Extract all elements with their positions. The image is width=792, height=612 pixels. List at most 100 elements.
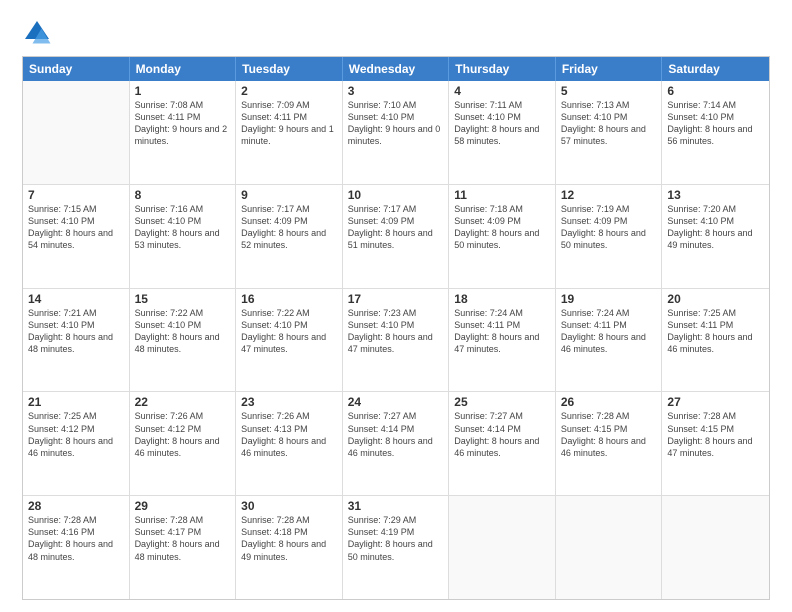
cal-cell: 8Sunrise: 7:16 AMSunset: 4:10 PMDaylight… — [130, 185, 237, 288]
cell-details: Sunrise: 7:25 AMSunset: 4:12 PMDaylight:… — [28, 410, 124, 459]
day-number: 23 — [241, 395, 337, 409]
cal-cell: 22Sunrise: 7:26 AMSunset: 4:12 PMDayligh… — [130, 392, 237, 495]
day-number: 8 — [135, 188, 231, 202]
cal-cell: 1Sunrise: 7:08 AMSunset: 4:11 PMDaylight… — [130, 81, 237, 184]
cal-cell: 10Sunrise: 7:17 AMSunset: 4:09 PMDayligh… — [343, 185, 450, 288]
cal-cell: 19Sunrise: 7:24 AMSunset: 4:11 PMDayligh… — [556, 289, 663, 392]
cal-cell: 9Sunrise: 7:17 AMSunset: 4:09 PMDaylight… — [236, 185, 343, 288]
cell-details: Sunrise: 7:14 AMSunset: 4:10 PMDaylight:… — [667, 99, 764, 148]
cell-details: Sunrise: 7:24 AMSunset: 4:11 PMDaylight:… — [454, 307, 550, 356]
header-day-monday: Monday — [130, 57, 237, 81]
logo-icon — [22, 18, 52, 48]
cal-cell: 16Sunrise: 7:22 AMSunset: 4:10 PMDayligh… — [236, 289, 343, 392]
cell-details: Sunrise: 7:08 AMSunset: 4:11 PMDaylight:… — [135, 99, 231, 148]
day-number: 19 — [561, 292, 657, 306]
cal-cell: 18Sunrise: 7:24 AMSunset: 4:11 PMDayligh… — [449, 289, 556, 392]
day-number: 9 — [241, 188, 337, 202]
header-day-sunday: Sunday — [23, 57, 130, 81]
cal-cell: 21Sunrise: 7:25 AMSunset: 4:12 PMDayligh… — [23, 392, 130, 495]
cell-details: Sunrise: 7:23 AMSunset: 4:10 PMDaylight:… — [348, 307, 444, 356]
day-number: 4 — [454, 84, 550, 98]
page: SundayMondayTuesdayWednesdayThursdayFrid… — [0, 0, 792, 612]
cal-cell — [23, 81, 130, 184]
cell-details: Sunrise: 7:22 AMSunset: 4:10 PMDaylight:… — [241, 307, 337, 356]
day-number: 18 — [454, 292, 550, 306]
cell-details: Sunrise: 7:25 AMSunset: 4:11 PMDaylight:… — [667, 307, 764, 356]
cell-details: Sunrise: 7:15 AMSunset: 4:10 PMDaylight:… — [28, 203, 124, 252]
cell-details: Sunrise: 7:19 AMSunset: 4:09 PMDaylight:… — [561, 203, 657, 252]
header — [22, 18, 770, 48]
cal-cell: 12Sunrise: 7:19 AMSunset: 4:09 PMDayligh… — [556, 185, 663, 288]
cal-cell: 14Sunrise: 7:21 AMSunset: 4:10 PMDayligh… — [23, 289, 130, 392]
cell-details: Sunrise: 7:13 AMSunset: 4:10 PMDaylight:… — [561, 99, 657, 148]
cal-cell: 4Sunrise: 7:11 AMSunset: 4:10 PMDaylight… — [449, 81, 556, 184]
cal-cell: 26Sunrise: 7:28 AMSunset: 4:15 PMDayligh… — [556, 392, 663, 495]
cal-cell: 28Sunrise: 7:28 AMSunset: 4:16 PMDayligh… — [23, 496, 130, 599]
cell-details: Sunrise: 7:24 AMSunset: 4:11 PMDaylight:… — [561, 307, 657, 356]
cell-details: Sunrise: 7:18 AMSunset: 4:09 PMDaylight:… — [454, 203, 550, 252]
header-day-tuesday: Tuesday — [236, 57, 343, 81]
cell-details: Sunrise: 7:27 AMSunset: 4:14 PMDaylight:… — [454, 410, 550, 459]
cell-details: Sunrise: 7:22 AMSunset: 4:10 PMDaylight:… — [135, 307, 231, 356]
cell-details: Sunrise: 7:28 AMSunset: 4:15 PMDaylight:… — [561, 410, 657, 459]
day-number: 31 — [348, 499, 444, 513]
day-number: 12 — [561, 188, 657, 202]
cal-cell: 7Sunrise: 7:15 AMSunset: 4:10 PMDaylight… — [23, 185, 130, 288]
day-number: 13 — [667, 188, 764, 202]
cell-details: Sunrise: 7:09 AMSunset: 4:11 PMDaylight:… — [241, 99, 337, 148]
calendar-body: 1Sunrise: 7:08 AMSunset: 4:11 PMDaylight… — [23, 81, 769, 599]
day-number: 16 — [241, 292, 337, 306]
day-number: 17 — [348, 292, 444, 306]
header-day-wednesday: Wednesday — [343, 57, 450, 81]
cal-cell: 29Sunrise: 7:28 AMSunset: 4:17 PMDayligh… — [130, 496, 237, 599]
day-number: 15 — [135, 292, 231, 306]
cal-cell: 5Sunrise: 7:13 AMSunset: 4:10 PMDaylight… — [556, 81, 663, 184]
cell-details: Sunrise: 7:27 AMSunset: 4:14 PMDaylight:… — [348, 410, 444, 459]
calendar-row-4: 28Sunrise: 7:28 AMSunset: 4:16 PMDayligh… — [23, 496, 769, 599]
cal-cell: 3Sunrise: 7:10 AMSunset: 4:10 PMDaylight… — [343, 81, 450, 184]
cal-cell: 31Sunrise: 7:29 AMSunset: 4:19 PMDayligh… — [343, 496, 450, 599]
cell-details: Sunrise: 7:17 AMSunset: 4:09 PMDaylight:… — [348, 203, 444, 252]
cal-cell: 2Sunrise: 7:09 AMSunset: 4:11 PMDaylight… — [236, 81, 343, 184]
cal-cell: 20Sunrise: 7:25 AMSunset: 4:11 PMDayligh… — [662, 289, 769, 392]
calendar-row-1: 7Sunrise: 7:15 AMSunset: 4:10 PMDaylight… — [23, 185, 769, 289]
cal-cell — [449, 496, 556, 599]
day-number: 22 — [135, 395, 231, 409]
cal-cell: 13Sunrise: 7:20 AMSunset: 4:10 PMDayligh… — [662, 185, 769, 288]
header-day-friday: Friday — [556, 57, 663, 81]
cal-cell: 30Sunrise: 7:28 AMSunset: 4:18 PMDayligh… — [236, 496, 343, 599]
day-number: 3 — [348, 84, 444, 98]
day-number: 1 — [135, 84, 231, 98]
cal-cell: 25Sunrise: 7:27 AMSunset: 4:14 PMDayligh… — [449, 392, 556, 495]
cell-details: Sunrise: 7:26 AMSunset: 4:13 PMDaylight:… — [241, 410, 337, 459]
day-number: 27 — [667, 395, 764, 409]
calendar-header: SundayMondayTuesdayWednesdayThursdayFrid… — [23, 57, 769, 81]
cell-details: Sunrise: 7:29 AMSunset: 4:19 PMDaylight:… — [348, 514, 444, 563]
cell-details: Sunrise: 7:11 AMSunset: 4:10 PMDaylight:… — [454, 99, 550, 148]
day-number: 29 — [135, 499, 231, 513]
cell-details: Sunrise: 7:16 AMSunset: 4:10 PMDaylight:… — [135, 203, 231, 252]
cell-details: Sunrise: 7:17 AMSunset: 4:09 PMDaylight:… — [241, 203, 337, 252]
cell-details: Sunrise: 7:10 AMSunset: 4:10 PMDaylight:… — [348, 99, 444, 148]
cell-details: Sunrise: 7:28 AMSunset: 4:16 PMDaylight:… — [28, 514, 124, 563]
header-day-thursday: Thursday — [449, 57, 556, 81]
day-number: 25 — [454, 395, 550, 409]
day-number: 24 — [348, 395, 444, 409]
day-number: 26 — [561, 395, 657, 409]
calendar-row-2: 14Sunrise: 7:21 AMSunset: 4:10 PMDayligh… — [23, 289, 769, 393]
day-number: 2 — [241, 84, 337, 98]
day-number: 14 — [28, 292, 124, 306]
cal-cell: 24Sunrise: 7:27 AMSunset: 4:14 PMDayligh… — [343, 392, 450, 495]
day-number: 11 — [454, 188, 550, 202]
calendar-row-0: 1Sunrise: 7:08 AMSunset: 4:11 PMDaylight… — [23, 81, 769, 185]
day-number: 6 — [667, 84, 764, 98]
cal-cell: 17Sunrise: 7:23 AMSunset: 4:10 PMDayligh… — [343, 289, 450, 392]
cal-cell — [662, 496, 769, 599]
cell-details: Sunrise: 7:20 AMSunset: 4:10 PMDaylight:… — [667, 203, 764, 252]
day-number: 5 — [561, 84, 657, 98]
cell-details: Sunrise: 7:28 AMSunset: 4:17 PMDaylight:… — [135, 514, 231, 563]
day-number: 20 — [667, 292, 764, 306]
cal-cell: 23Sunrise: 7:26 AMSunset: 4:13 PMDayligh… — [236, 392, 343, 495]
cal-cell: 6Sunrise: 7:14 AMSunset: 4:10 PMDaylight… — [662, 81, 769, 184]
cell-details: Sunrise: 7:21 AMSunset: 4:10 PMDaylight:… — [28, 307, 124, 356]
